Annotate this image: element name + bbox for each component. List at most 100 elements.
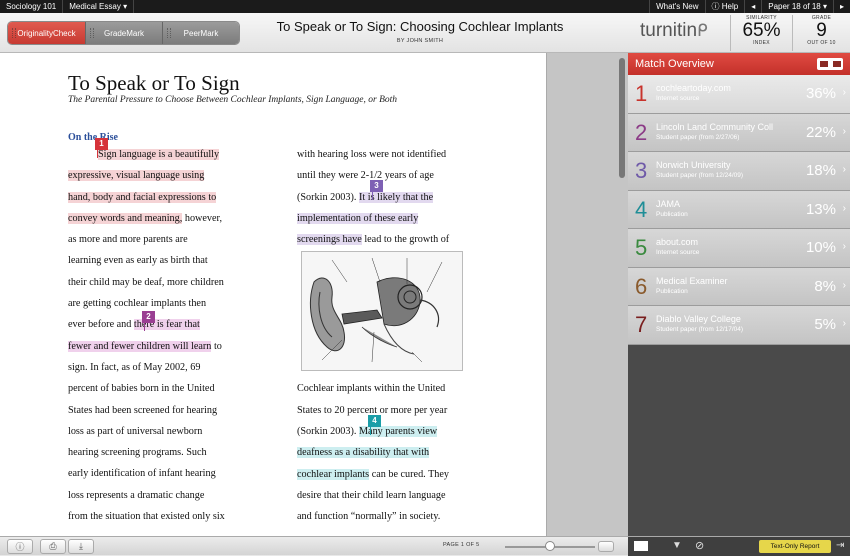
chevron-left-icon: ◂	[751, 2, 756, 11]
filter-icon[interactable]: ▼	[672, 540, 682, 551]
match-item[interactable]: 2 Lincoln Land Community Coll Student pape…	[628, 113, 850, 152]
text-line: fewer and fewer children will learn to	[68, 336, 225, 357]
fit-page-button[interactable]	[598, 541, 614, 552]
text-line: States had been screened for hearing	[68, 404, 218, 416]
text-line: loss represents a dramatic change	[68, 489, 205, 501]
match-percent: 8%	[814, 277, 836, 295]
match-item[interactable]: 5 about.com Internet source 10% ›	[628, 229, 850, 268]
match-source: Diablo Valley College	[656, 314, 741, 324]
class-name[interactable]: Sociology 101	[0, 0, 64, 13]
download-button[interactable]: ⤓	[68, 539, 94, 554]
match-percent: 10%	[805, 239, 836, 256]
chevron-right-icon: ›	[842, 279, 846, 291]
assignment-dropdown[interactable]: Medical Essay ▾	[63, 0, 135, 13]
text-span: (Sorkin 2003).	[297, 191, 359, 203]
grade-box[interactable]: GRADE 9 OUT OF 10	[792, 15, 850, 51]
chevron-down-icon: ▾	[123, 2, 128, 11]
chevron-right-icon: ›	[842, 318, 846, 329]
view-toggle[interactable]	[817, 58, 843, 70]
section-heading: On the Rise	[68, 132, 118, 143]
match-highlight-2[interactable]: fewer and fewer children will learn	[68, 340, 212, 352]
match-item[interactable]: 3 Norwich University Student paper (from 1…	[628, 152, 850, 191]
prev-paper-button[interactable]: ◂	[744, 0, 761, 13]
text-span: (Sorkin 2003).	[297, 426, 359, 438]
match-percent: 5%	[814, 316, 836, 333]
match-highlight-3[interactable]: implementation of these early	[297, 212, 419, 224]
match-highlight-1[interactable]: hand, body and facial expressions to	[68, 191, 217, 203]
print-button[interactable]: ⎙	[40, 539, 66, 554]
text-line: loss as part of universal newborn	[68, 425, 203, 437]
tab-label: PeerMark	[183, 28, 219, 38]
exclude-icon[interactable]: ⊘	[695, 539, 704, 552]
match-source: about.com	[656, 237, 699, 247]
match-highlight-1[interactable]: Sign language is a beautifully	[98, 149, 220, 160]
help-icon: ⓘ	[711, 2, 720, 11]
match-highlight-3[interactable]: screenings have	[297, 234, 362, 246]
match-type: Student paper (from 12/17/04)	[656, 326, 744, 333]
ear-illustration-image	[302, 252, 462, 370]
scrollbar-thumb[interactable]	[619, 58, 625, 178]
text-line: deafness as a disability that with	[297, 442, 449, 463]
match-highlight-1[interactable]: expressive, visual language using	[68, 170, 205, 182]
marker-line	[144, 323, 145, 331]
next-paper-button[interactable]: ▸	[832, 0, 850, 13]
text-line: hearing screening programs. Such	[68, 447, 207, 459]
paper-navigator[interactable]: Paper 18 of 18 ▾	[761, 0, 833, 13]
match-marker-3[interactable]: 3	[370, 180, 383, 192]
match-source: Lincoln Land Community Coll	[656, 121, 774, 132]
similarity-index[interactable]: SIMILARITY 65% INDEX	[730, 15, 792, 51]
match-item[interactable]: 7 Diablo Valley College Student paper (fro…	[628, 306, 850, 345]
chevron-right-icon: ›	[842, 202, 846, 214]
panel-expand-icon[interactable]: ⇥	[836, 540, 844, 551]
grip-icon	[12, 28, 16, 38]
match-item[interactable]: 1 cochleartoday.com Internet source 36% ›	[628, 75, 850, 114]
ear-anatomy-figure	[301, 251, 463, 371]
match-index: 5	[635, 235, 648, 260]
text-line: cochlear implants can be cured. They	[297, 464, 449, 485]
tab-label: OriginalityCheck	[17, 28, 76, 38]
logo-mark-icon: ᑭ	[697, 21, 708, 40]
help-label: Help	[721, 2, 739, 11]
match-highlight-3[interactable]: It is likely that the	[358, 191, 434, 203]
match-marker-4[interactable]: 4	[368, 415, 381, 427]
match-percent: 18%	[805, 162, 836, 179]
bottom-toolbar: ⓘ ⎙ ⤓ PAGE 1 OF 5 ▼ ⊘ ⇥ Text-Only Report	[0, 536, 850, 556]
paper-nav-label: Paper 18 of 18	[768, 2, 821, 11]
paper-viewer[interactable]: To Speak or To Sign The Parental Pressur…	[0, 53, 546, 536]
text-line: from the situation that existed only six	[68, 511, 225, 523]
match-list: 1 cochleartoday.com Internet source 36% › 2 Li…	[628, 75, 850, 345]
text-only-report-button[interactable]: Text-Only Report	[759, 540, 831, 553]
scroll-gutter	[546, 53, 628, 536]
turnitin-logo: turnitinᑭ	[640, 20, 708, 42]
match-type: Internet source	[656, 249, 700, 256]
text-line: percent of babies born in the United	[68, 383, 215, 395]
tab-originality-check[interactable]: OriginalityCheck	[8, 22, 85, 44]
text-line: expressive, visual language using	[68, 165, 225, 186]
zoom-slider-handle[interactable]	[545, 541, 555, 551]
info-button[interactable]: ⓘ	[7, 539, 33, 554]
chevron-right-icon: ▸	[839, 2, 844, 11]
match-marker-2[interactable]: 2	[142, 311, 155, 323]
match-index: 7	[635, 312, 648, 337]
top-nav-bar: Sociology 101 Medical Essay ▾ What's New…	[0, 0, 850, 13]
similarity-value: 65%	[742, 20, 781, 41]
match-overview-title: Match Overview	[635, 58, 714, 70]
text-line: and function “normally” in society.	[297, 511, 441, 523]
help-link[interactable]: ⓘ Help	[704, 0, 745, 13]
match-item[interactable]: 4 JAMA Publication 13% ›	[628, 190, 850, 229]
match-marker-1[interactable]: 1	[95, 138, 108, 150]
layout-icon[interactable]	[634, 541, 648, 551]
logo-text: turnitin	[640, 20, 698, 41]
marker-line	[97, 150, 98, 158]
match-highlight-4[interactable]: deafness as a disability that with	[297, 447, 430, 459]
tab-grademark[interactable]: GradeMark	[85, 22, 162, 44]
paper-heading: To Speak or To Sign	[68, 71, 240, 95]
match-type: Student paper (from 12/24/09)	[656, 172, 744, 179]
match-highlight-4[interactable]: cochlear implants	[297, 468, 370, 480]
text-line: hand, body and facial expressions to	[68, 187, 225, 208]
download-icon: ⤓	[79, 541, 83, 551]
text-line: learning even as early as birth that	[68, 255, 208, 267]
whats-new-link[interactable]: What's New	[649, 0, 704, 13]
tab-peermark[interactable]: PeerMark	[162, 22, 239, 44]
match-item[interactable]: 6 Medical Examiner Publication 8% ›	[628, 267, 850, 306]
